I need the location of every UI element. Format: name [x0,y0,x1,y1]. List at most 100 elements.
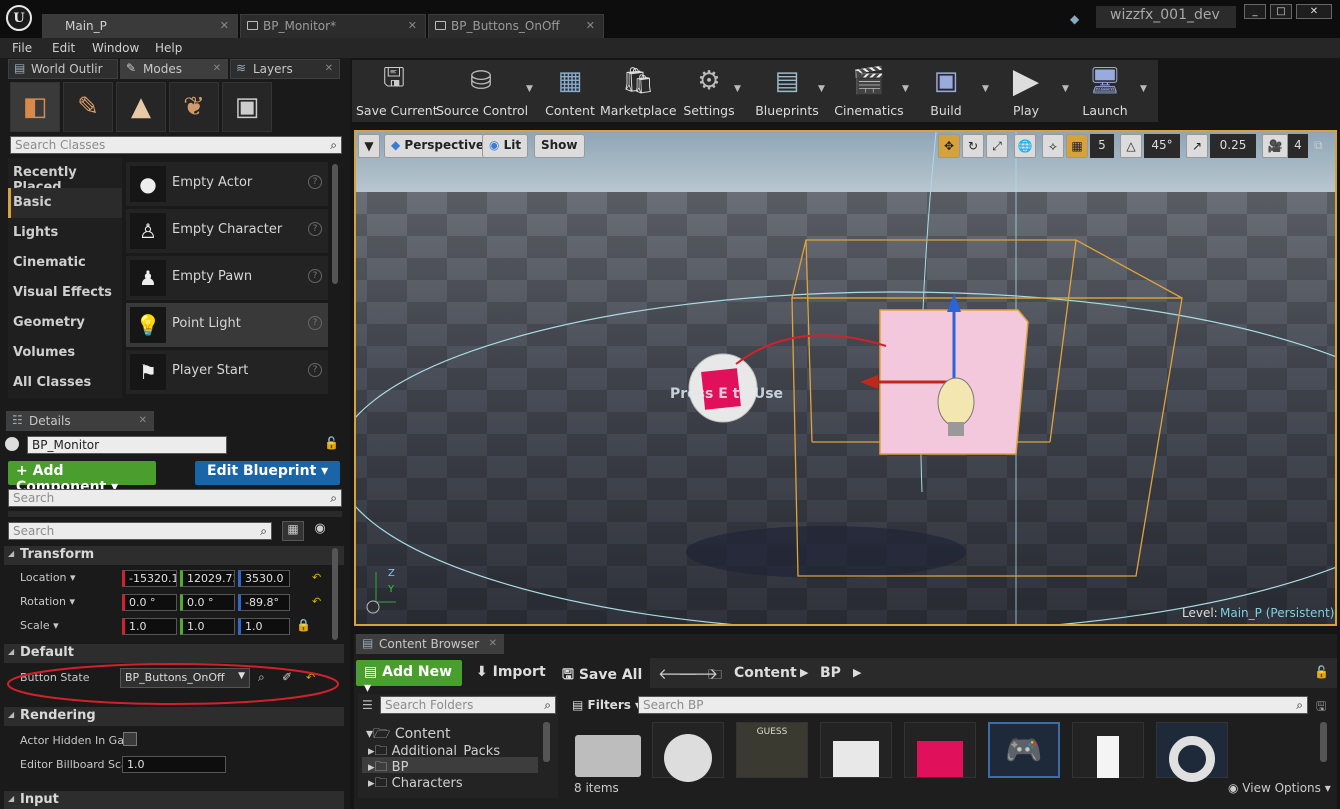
tab-content-browser[interactable]: ▤ Content Browser ✕ [356,634,504,654]
viewport-options-dropdown[interactable]: ▼ [358,134,380,158]
section-input[interactable]: Input [4,791,344,809]
rotation-label[interactable]: Rotation ▾ [20,595,75,608]
menu-help[interactable]: Help [155,41,182,55]
asset-white-cube[interactable] [820,722,892,778]
place-item-point-light[interactable]: 💡 Point Light ? [126,303,328,347]
actor-name-field[interactable]: BP_Monitor [27,436,227,454]
perspective-button[interactable]: ◆ Perspective [384,134,492,158]
details-scrollbar[interactable] [332,548,338,640]
category-visual-effects[interactable]: Visual Effects [8,278,122,308]
location-label[interactable]: Location ▾ [20,571,76,584]
category-volumes[interactable]: Volumes [8,338,122,368]
rotation-snap-icon[interactable]: △ [1120,134,1142,158]
cinematics-button[interactable]: 🎬 Cinematics [834,60,904,122]
assets-scrollbar[interactable] [1320,722,1327,762]
tree-scrollbar[interactable] [543,722,550,762]
doc-tab-main-p[interactable]: Main_P ✕ [42,14,238,38]
rotation-z-field[interactable]: -89.8° [238,594,290,611]
level-viewport[interactable]: Press E to Use Z Y Level: Main_P (Persis… [354,130,1337,626]
show-button[interactable]: Show [534,134,585,158]
close-icon[interactable]: ✕ [586,19,595,32]
tab-world-outliner[interactable]: ▤ World Outlir [8,59,118,79]
actor-hidden-checkbox[interactable] [123,732,137,746]
content-button[interactable]: ▦ Content [542,60,598,122]
lock-icon[interactable]: 🔓 [1314,665,1329,679]
scale-y-field[interactable]: 1.0 [180,618,235,635]
tree-toggle-icon[interactable]: ☰ [362,698,373,712]
help-icon[interactable]: ? [308,175,322,189]
chevron-down-icon[interactable]: ▼ [902,84,909,94]
save-all-button[interactable]: 🖫 Save All [562,664,642,688]
scale-label[interactable]: Scale ▾ [20,619,59,632]
marketplace-button[interactable]: 🛍 Marketplace [600,60,677,122]
category-all-classes[interactable]: All Classes [8,368,122,398]
scale-tool-icon[interactable]: ⤢ [986,134,1008,158]
close-icon[interactable]: ✕ [325,63,333,74]
doc-tab-bp-buttons-onoff[interactable]: BP_Buttons_OnOff ✕ [428,14,604,38]
camera-speed-value[interactable]: 4 [1288,134,1308,158]
rotation-snap-value[interactable]: 45° [1144,134,1180,158]
rotation-y-field[interactable]: 0.0 ° [180,594,235,611]
place-item-empty-pawn[interactable]: ♟ Empty Pawn ? [126,256,328,300]
search-bp-input[interactable]: Search BP ⌕ [638,696,1308,714]
surface-snap-icon[interactable]: ⟡ [1042,134,1064,158]
import-button[interactable]: ⬇ Import [476,664,546,680]
save-current-button[interactable]: 🖫 Save Current [356,60,438,122]
menu-window[interactable]: Window [92,41,139,55]
close-icon[interactable]: ✕ [489,638,497,649]
lock-icon[interactable]: 🔓 [324,436,339,450]
scale-x-field[interactable]: 1.0 [122,618,177,635]
asset-ring[interactable] [1156,722,1228,782]
source-control-status-icon[interactable]: ◆ [1070,12,1088,26]
close-icon[interactable]: ✕ [220,19,229,32]
section-rendering[interactable]: Rendering [4,707,344,726]
translate-tool-icon[interactable]: ✥ [938,134,960,158]
scale-snap-icon[interactable]: ↗ [1186,134,1208,158]
asset-gamemode[interactable]: 🎮 [988,722,1060,778]
search-classes-input[interactable]: Search Classes ⌕ [10,136,342,154]
filters-button[interactable]: ▤ Filters ▾ [572,698,641,712]
camera-speed-icon[interactable]: 🎥 [1262,134,1288,158]
location-z-field[interactable]: 3530.0 [238,570,290,587]
mode-landscape-button[interactable]: ▲ [116,82,166,132]
eye-icon[interactable]: ◉ [310,521,330,541]
world-space-icon[interactable]: 🌐 [1014,134,1036,158]
minimize-button[interactable]: _ [1244,4,1266,19]
add-new-button[interactable]: ▤ Add New ▾ [356,660,462,696]
category-geometry[interactable]: Geometry [8,308,122,338]
help-icon[interactable]: ? [308,363,322,377]
play-button[interactable]: ▶ Play [1000,60,1052,122]
chevron-down-icon[interactable]: ▼ [1140,84,1147,94]
add-component-button[interactable]: + Add Component ▾ [8,461,156,495]
close-icon[interactable]: ✕ [213,63,221,74]
category-recently-placed[interactable]: Recently Placed [8,158,122,195]
scale-snap-value[interactable]: 0.25 [1210,134,1256,158]
place-item-player-start[interactable]: ⚑ Player Start ? [126,350,328,394]
help-icon[interactable]: ? [308,222,322,236]
menu-edit[interactable]: Edit [52,41,75,55]
category-basic[interactable]: Basic [8,188,122,218]
component-search-input[interactable]: Search ⌕ [8,489,342,507]
path-content[interactable]: Content [734,665,797,681]
rotation-x-field[interactable]: 0.0 ° [122,594,177,611]
path-arrow-icon[interactable]: ▶ [853,666,861,679]
asset-texture[interactable]: GUESS [736,722,808,778]
chevron-down-icon[interactable]: ▼ [982,84,989,94]
edit-blueprint-button[interactable]: Edit Blueprint ▾ [195,461,340,485]
tab-layers[interactable]: ≋ Layers ✕ [230,59,340,79]
mode-foliage-button[interactable]: ❦ [169,82,219,132]
section-transform[interactable]: Transform [4,546,344,565]
blueprints-button[interactable]: ▤ Blueprints [752,60,822,122]
lock-scale-icon[interactable]: 🔒 [296,618,311,632]
path-bp[interactable]: BP [820,665,841,681]
asset-folder[interactable] [572,722,644,778]
category-lights[interactable]: Lights [8,218,122,248]
grid-snap-icon[interactable]: ▦ [1066,134,1088,158]
grid-view-icon[interactable]: ▦ [282,521,304,541]
doc-tab-bp-monitor[interactable]: BP_Monitor* ✕ [240,14,426,38]
tab-modes[interactable]: ✎ Modes ✕ [120,59,228,79]
help-icon[interactable]: ? [308,269,322,283]
settings-button[interactable]: ⚙ Settings [680,60,738,122]
reset-location-icon[interactable]: ↶ [312,571,321,584]
launch-button[interactable]: 🖥 Launch [1078,60,1132,122]
